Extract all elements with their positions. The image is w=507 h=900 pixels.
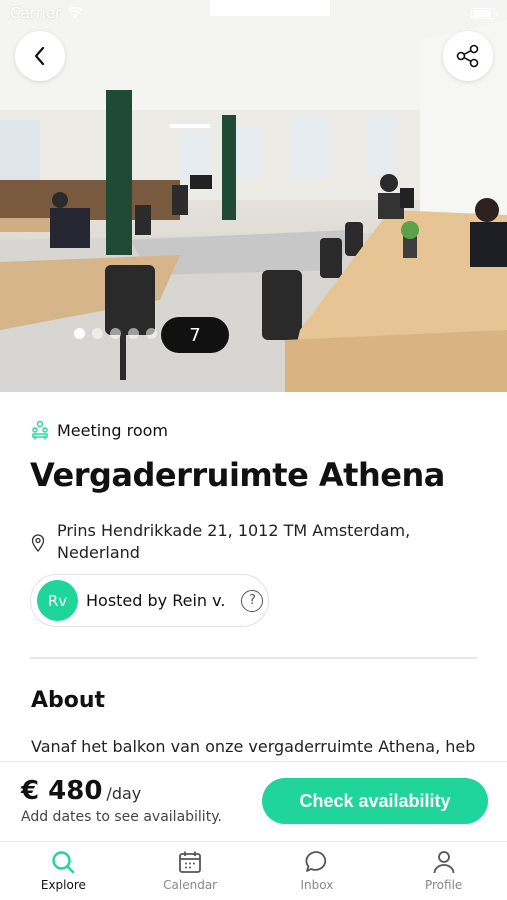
carousel-dot[interactable] — [92, 328, 103, 339]
tab-label: Explore — [40, 878, 86, 892]
back-button[interactable] — [15, 31, 65, 81]
tab-label: Calendar — [163, 878, 218, 892]
about-heading: About — [31, 688, 106, 713]
category-label: Meeting room — [57, 420, 168, 440]
carrier-label: Carrier — [10, 4, 62, 22]
photo-count-badge[interactable]: 7 — [161, 317, 229, 353]
tab-profile[interactable]: Profile — [380, 842, 507, 900]
meeting-room-icon — [32, 420, 48, 440]
chat-icon — [305, 851, 327, 872]
tab-label: Profile — [424, 878, 463, 892]
tab-explore[interactable]: Explore — [0, 842, 127, 900]
host-chip[interactable]: Rv Hosted by Rein v. ? — [30, 574, 269, 627]
location-pin-icon — [31, 534, 45, 552]
price-value: € 480 — [21, 776, 103, 806]
tab-calendar[interactable]: Calendar — [127, 842, 254, 900]
user-icon — [433, 851, 455, 874]
category-row: Meeting room — [31, 420, 168, 440]
carousel-dot[interactable] — [128, 328, 139, 339]
tab-bar: Explore Calendar Inbox Profile — [0, 841, 507, 900]
address-row[interactable]: Prins Hendrikkade 21, 1012 TM Amsterdam,… — [31, 520, 471, 564]
calendar-icon — [179, 851, 202, 873]
avatar: Rv — [37, 580, 78, 621]
carousel-dots[interactable] — [74, 328, 157, 339]
chevron-left-icon — [34, 46, 45, 66]
check-availability-button[interactable]: Check availability — [262, 778, 488, 824]
share-icon — [456, 44, 479, 68]
price-row: € 480/day — [21, 776, 141, 806]
tab-label: Inbox — [300, 878, 334, 892]
question-icon[interactable]: ? — [241, 589, 264, 612]
share-button[interactable] — [443, 31, 493, 81]
tab-inbox[interactable]: Inbox — [254, 842, 381, 900]
booking-bar: € 480/day Add dates to see availability.… — [0, 761, 507, 841]
carousel-dot[interactable] — [146, 328, 157, 339]
price-hint: Add dates to see availability. — [21, 809, 222, 825]
hero-photo[interactable]: Carrier 7 — [0, 0, 507, 392]
carousel-dot[interactable] — [74, 328, 85, 339]
listing-title: Vergaderruimte Athena — [30, 456, 445, 494]
address-line2: Nederland — [57, 543, 140, 562]
price-unit: /day — [106, 784, 142, 803]
status-bar: Carrier — [10, 4, 83, 22]
battery-icon — [471, 8, 498, 19]
wifi-icon — [67, 7, 83, 18]
about-text: Vanaf het balkon van onze vergaderruimte… — [31, 737, 476, 756]
divider — [30, 657, 477, 659]
host-label: Hosted by Rein v. — [86, 591, 226, 610]
search-icon — [52, 851, 75, 874]
address-line1: Prins Hendrikkade 21, 1012 TM Amsterdam, — [57, 521, 411, 540]
carousel-dot[interactable] — [110, 328, 121, 339]
address-text: Prins Hendrikkade 21, 1012 TM Amsterdam,… — [57, 520, 410, 564]
